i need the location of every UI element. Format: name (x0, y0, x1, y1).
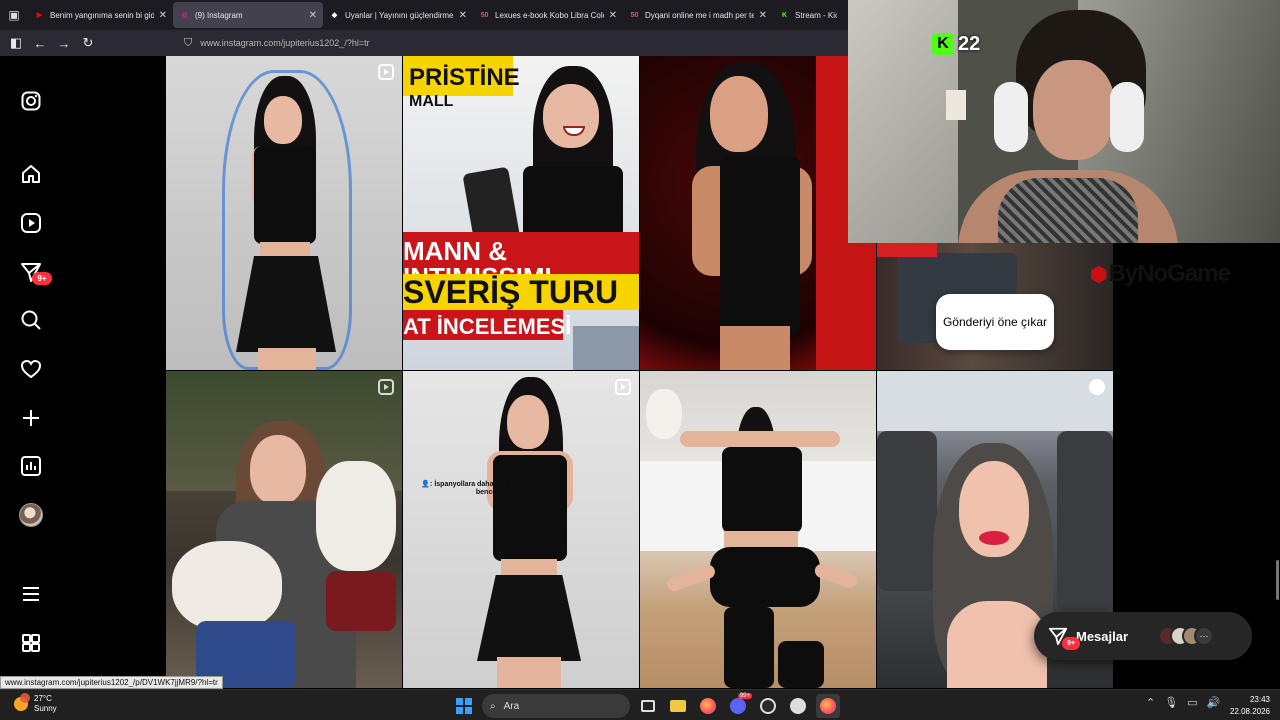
close-tab-icon[interactable]: ✕ (609, 10, 617, 21)
firefox-private-icon[interactable] (816, 694, 840, 718)
menu-icon[interactable] (19, 582, 43, 606)
tab-favicon-icon: ◆ (331, 12, 338, 19)
back-button[interactable]: ← (28, 31, 52, 55)
start-button[interactable] (452, 694, 476, 718)
bynogame-logo-icon: ⬢ (1090, 263, 1107, 286)
media-player-icon[interactable] (786, 694, 810, 718)
link-status-bar: www.instagram.com/jupiterius1202_/p/DV1W… (0, 676, 223, 689)
sidebar-toggle-icon[interactable]: ◧ (4, 31, 28, 55)
more-icon: ··· (1194, 626, 1215, 646)
post-thumbnail-6[interactable]: 👤: İspanyollara daha çok benziyorsun ben… (403, 371, 639, 688)
discord-icon[interactable]: 99+ (726, 693, 752, 718)
obs-icon[interactable] (756, 694, 780, 718)
kick-logo-icon: K (932, 33, 954, 55)
browser-tab-5[interactable]: 50 Dyqani online me i madh per te ✕ (623, 2, 773, 28)
kick-viewer-count: K 22 (932, 32, 980, 56)
webcam-overlay (848, 0, 1280, 243)
search-icon[interactable] (19, 308, 43, 332)
network-icon[interactable]: ▭ (1187, 696, 1197, 709)
promote-post-button[interactable]: Gönderiyi öne çıkar (936, 294, 1054, 350)
tab-favicon-icon: ◎ (181, 12, 188, 19)
avatar (19, 503, 43, 527)
microphone-icon[interactable]: 🎙 (1164, 696, 1178, 709)
task-view-icon[interactable] (636, 694, 660, 718)
instagram-sidebar: 9+ (0, 56, 166, 688)
firefox-icon[interactable] (696, 694, 720, 718)
forward-button[interactable]: → (52, 31, 76, 55)
post-thumbnail-5[interactable] (166, 371, 402, 688)
tab-title: Uyanlar | Yayınını güçlendirmeli (345, 10, 454, 20)
url-bar[interactable]: ⛉ www.instagram.com/jupiterius1202_/?hl=… (176, 33, 836, 53)
reel-icon (615, 379, 631, 395)
browser-tab-1[interactable]: ▶ Benim yangınıma senin bi gidiı ✕ (28, 2, 173, 28)
profile-avatar[interactable] (19, 503, 43, 527)
weather-icon (14, 692, 30, 711)
file-explorer-icon[interactable] (666, 694, 690, 718)
carousel-icon (378, 379, 394, 395)
messages-pill-badge: 9+ (1062, 637, 1080, 650)
create-icon[interactable] (19, 406, 43, 430)
weather-widget[interactable]: 27°C Sunny (14, 692, 57, 713)
reload-button[interactable]: ↻ (76, 31, 100, 55)
search-icon: ⌕ (490, 700, 496, 712)
system-tray: ⌃ 🎙 ▭ 🔊 (1146, 696, 1220, 709)
post-thumbnail-2[interactable]: PRİSTİNE MALL MANN & INTIMISSIMI SVERİŞ … (403, 56, 639, 370)
close-tab-icon[interactable]: ✕ (309, 10, 317, 21)
volume-icon[interactable]: 🔊 (1207, 696, 1221, 709)
reels-icon[interactable] (19, 211, 43, 235)
browser-tab-2[interactable]: ◎ (9) Instagram ✕ (173, 2, 323, 28)
tab-favicon-icon: ▶ (36, 12, 43, 19)
tab-favicon-icon: 50 (480, 11, 489, 19)
tab-title: Dyqani online me i madh per te (645, 10, 754, 20)
url-text: www.instagram.com/jupiterius1202_/?hl=tr (200, 38, 370, 48)
browser-tab-3[interactable]: ◆ Uyanlar | Yayınını güçlendirmeli ✕ (323, 2, 473, 28)
tab-list-icon[interactable]: ▣ (0, 0, 28, 30)
post-thumbnail-1[interactable] (166, 56, 402, 370)
site-info-icon[interactable]: ⛉ (184, 37, 192, 50)
tab-title: Benim yangınıma senin bi gidiı (50, 10, 154, 20)
close-tab-icon[interactable]: ✕ (459, 10, 467, 21)
tab-title: (9) Instagram (195, 10, 243, 20)
tab-title: Stream - Kick (795, 10, 837, 20)
taskbar-search[interactable]: ⌕ Ara (482, 694, 630, 718)
browser-tab-6[interactable]: K Stream - Kick (773, 2, 843, 28)
also-from-meta-icon[interactable] (19, 631, 43, 655)
tab-title: Lexues e-book Kobo Libra Colo (495, 10, 604, 20)
browser-tab-4[interactable]: 50 Lexues e-book Kobo Libra Colo ✕ (473, 2, 623, 28)
instagram-logo-icon[interactable] (19, 89, 43, 113)
close-tab-icon[interactable]: ✕ (759, 10, 767, 21)
dashboard-icon[interactable] (19, 454, 43, 478)
post-thumbnail-7[interactable] (640, 371, 876, 688)
reel-icon (378, 64, 394, 80)
browser-nav-bar: ◧ ← → ↻ ⛉ www.instagram.com/jupiterius12… (0, 30, 848, 56)
tab-favicon-icon: 50 (630, 11, 639, 19)
close-tab-icon[interactable]: ✕ (159, 10, 167, 21)
page-scrollbar[interactable] (1276, 560, 1279, 600)
chevron-up-icon[interactable]: ⌃ (1146, 696, 1155, 709)
messages-badge: 9+ (32, 272, 52, 285)
messages-button[interactable]: Mesajlar ··· (1034, 612, 1252, 660)
heart-icon[interactable] (19, 357, 43, 381)
stream-watermark: ⬢ ByNoGame (1090, 260, 1231, 287)
taskbar-clock[interactable]: 23:43 22.08.2026 (1222, 694, 1270, 717)
browser-tab-bar: ▣ ▶ Benim yangınıma senin bi gidiı ✕ ◎ (9) I… (0, 0, 848, 30)
windows-taskbar: 27°C Sunny ⌕ Ara 99+ ⌃ 🎙 ▭ 🔊 23:43 22.08… (0, 689, 1280, 720)
tab-favicon-icon: K (781, 11, 788, 19)
windows-logo-icon (456, 698, 472, 714)
post-thumbnail-3[interactable] (640, 56, 876, 370)
home-icon[interactable] (19, 162, 43, 186)
reel-icon (1089, 379, 1105, 395)
